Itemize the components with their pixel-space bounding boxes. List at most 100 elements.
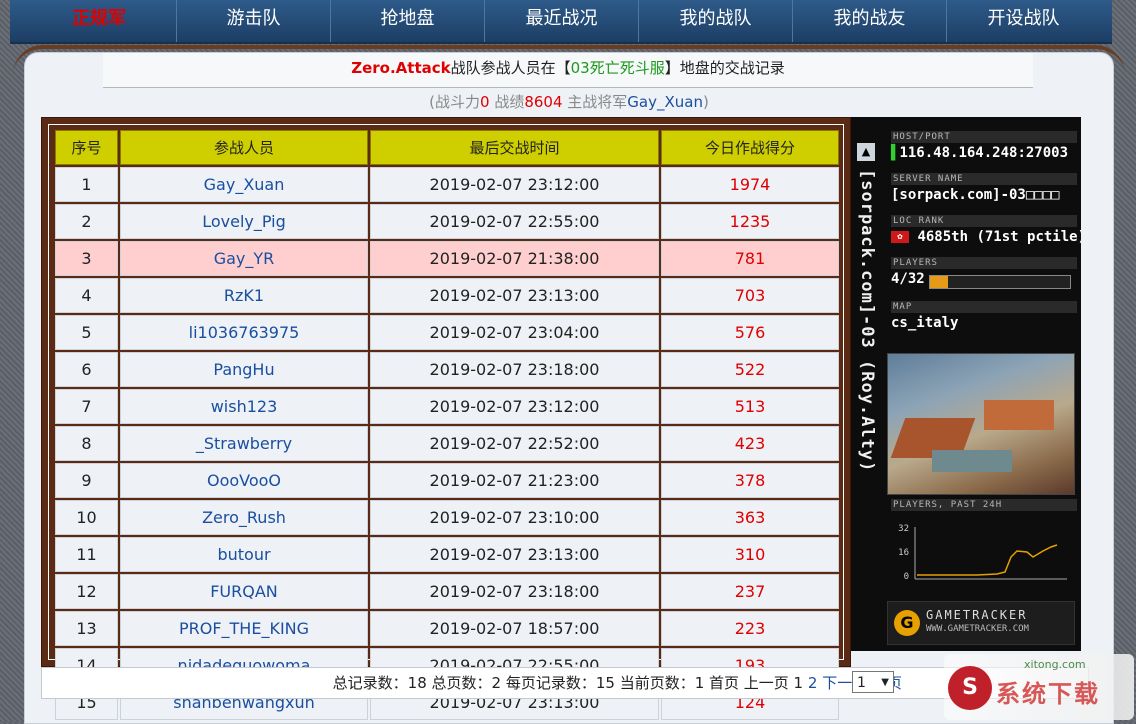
nav-youjidui[interactable]: 游击队: [176, 0, 330, 42]
chevron-down-icon: ▼: [881, 677, 889, 688]
map-thumbnail: [887, 353, 1075, 495]
row-score: 363: [661, 500, 839, 535]
players-value: 4/32: [891, 271, 925, 287]
row-last-time: 2019-02-07 22:55:00: [370, 204, 659, 239]
gametracker-logo[interactable]: G GAMETRACKER WWW.GAMETRACKER.COM: [887, 601, 1075, 645]
row-index: 13: [55, 611, 118, 646]
page-2-link[interactable]: 2: [808, 674, 818, 692]
main-panel: Zero.Attack战队参战人员在【03死亡死斗服】地盘的交战记录 (战斗力0…: [13, 45, 1125, 724]
rank-value: ✿ 4685th (71st pctile): [891, 229, 1081, 245]
row-last-time: 2019-02-07 23:12:00: [370, 167, 659, 202]
table-header-row: 序号 参战人员 最后交战时间 今日作战得分: [55, 130, 839, 165]
nav-kaishezhandui[interactable]: 开设战队: [946, 0, 1100, 42]
row-player-link[interactable]: OooVooO: [120, 463, 368, 498]
row-last-time: 2019-02-07 23:12:00: [370, 389, 659, 424]
score-value: 8604: [524, 93, 563, 111]
row-score: 378: [661, 463, 839, 498]
players-label: PLAYERS: [891, 257, 1077, 269]
row-last-time: 2019-02-07 22:52:00: [370, 426, 659, 461]
chart-tick-32: 32: [898, 524, 909, 534]
row-player-link[interactable]: Lovely_Pig: [120, 204, 368, 239]
row-player-link[interactable]: Gay_YR: [120, 241, 368, 276]
host-value: ▌116.48.164.248:27003: [891, 145, 1068, 161]
row-last-time: 2019-02-07 23:04:00: [370, 315, 659, 350]
gametracker-url: WWW.GAMETRACKER.COM: [926, 624, 1029, 634]
row-index: 5: [55, 315, 118, 350]
gametracker-title: GAMETRACKER: [926, 608, 1028, 622]
table-row: 2 Lovely_Pig 2019-02-07 22:55:00 1235: [55, 204, 839, 239]
record-table: 序号 参战人员 最后交战时间 今日作战得分 1 Gay_Xuan 2019-02-0…: [53, 128, 841, 722]
row-index: 11: [55, 537, 118, 572]
row-score: 1974: [661, 167, 839, 202]
page-select[interactable]: 1 ▼: [852, 671, 894, 693]
row-score: 423: [661, 426, 839, 461]
chart-tick-16: 16: [898, 548, 909, 558]
row-index: 4: [55, 278, 118, 313]
pagination-text: 总记录数：18 总页数：2 每页记录数：15 当前页数：1 首页 上一页 1 2…: [333, 668, 902, 698]
row-player-link[interactable]: wish123: [120, 389, 368, 424]
row-player-link[interactable]: PangHu: [120, 352, 368, 387]
row-index: 1: [55, 167, 118, 202]
row-player-link[interactable]: butour: [120, 537, 368, 572]
players-bar: [929, 275, 1071, 289]
players-24h-chart: 32 16 0: [887, 517, 1073, 595]
nav-wodezhanyou[interactable]: 我的战友: [792, 0, 946, 42]
rank-text: 4685th (71st pctile): [917, 229, 1081, 245]
row-player-link[interactable]: li1036763975: [120, 315, 368, 350]
map-canopy: [932, 450, 1012, 472]
host-label: HOST/PORT: [891, 131, 1077, 143]
server-name-value: [sorpack.com]-03□□□□: [891, 187, 1060, 203]
map-roof-far: [984, 400, 1054, 430]
table-row: 6 PangHu 2019-02-07 23:18:00 522: [55, 352, 839, 387]
table-row: 8 _Strawberry 2019-02-07 22:52:00 423: [55, 426, 839, 461]
row-player-link[interactable]: Zero_Rush: [120, 500, 368, 535]
row-index: 6: [55, 352, 118, 387]
server-name-link[interactable]: 03死亡死斗服: [571, 59, 665, 77]
row-last-time: 2019-02-07 18:57:00: [370, 611, 659, 646]
table-row: 4 RzK1 2019-02-07 23:13:00 703: [55, 278, 839, 313]
row-score: 781: [661, 241, 839, 276]
gametracker-g-icon: G: [894, 610, 920, 636]
row-score: 513: [661, 389, 839, 424]
watermark-logo-icon: S: [948, 666, 992, 710]
row-player-link[interactable]: _Strawberry: [120, 426, 368, 461]
table-row: 9 OooVooO 2019-02-07 21:23:00 378: [55, 463, 839, 498]
row-index: 12: [55, 574, 118, 609]
server-banner[interactable]: ▲ [sorpack.com]-03 (Roy.Alty) HOST/PORT …: [851, 117, 1081, 651]
record-table-inner: 序号 参战人员 最后交战时间 今日作战得分 1 Gay_Xuan 2019-02-0…: [48, 124, 844, 720]
table-row: 5 li1036763975 2019-02-07 23:04:00 576: [55, 315, 839, 350]
chart-tick-0: 0: [904, 572, 909, 582]
site-watermark: xitong.com S 系统下载: [944, 654, 1134, 720]
header-last-time: 最后交战时间: [370, 130, 659, 165]
nav-wodezhandui[interactable]: 我的战队: [638, 0, 792, 42]
record-table-frame: 序号 参战人员 最后交战时间 今日作战得分 1 Gay_Xuan 2019-02-0…: [41, 117, 851, 720]
row-player-link[interactable]: PROF_THE_KING: [120, 611, 368, 646]
header-player: 参战人员: [120, 130, 368, 165]
table-row: 3 Gay_YR 2019-02-07 21:38:00 781: [55, 241, 839, 276]
map-label: MAP: [891, 301, 1077, 313]
nav-zhengguijun[interactable]: 正规军: [22, 0, 176, 42]
host-text: 116.48.164.248:27003: [899, 145, 1069, 161]
top-nav: 正规军 游击队 抢地盘 最近战况 我的战队 我的战友 开设战队: [10, 0, 1112, 44]
row-score: 223: [661, 611, 839, 646]
row-last-time: 2019-02-07 23:13:00: [370, 537, 659, 572]
server-name-label: SERVER NAME: [891, 173, 1077, 185]
row-player-link[interactable]: Gay_Xuan: [120, 167, 368, 202]
table-row: 11 butour 2019-02-07 23:13:00 310: [55, 537, 839, 572]
players-bar-fill: [930, 276, 948, 288]
table-row: 7 wish123 2019-02-07 23:12:00 513: [55, 389, 839, 424]
power-value: 0: [480, 93, 490, 111]
row-index: 2: [55, 204, 118, 239]
row-player-link[interactable]: FURQAN: [120, 574, 368, 609]
title-text-1: 战队参战人员在【: [450, 59, 571, 77]
header-score: 今日作战得分: [661, 130, 839, 165]
page-select-value: 1: [857, 675, 866, 691]
general-link[interactable]: Gay_Xuan: [627, 93, 703, 111]
table-row: 1 Gay_Xuan 2019-02-07 23:12:00 1974: [55, 167, 839, 202]
row-last-time: 2019-02-07 23:18:00: [370, 574, 659, 609]
pagination-info: 总记录数：18 总页数：2 每页记录数：15 当前页数：1 首页 上一页 1: [332, 674, 808, 692]
row-player-link[interactable]: RzK1: [120, 278, 368, 313]
past-24h-label: PLAYERS, PAST 24H: [891, 499, 1077, 511]
nav-zuijinzhankuang[interactable]: 最近战况: [484, 0, 638, 42]
nav-qiangdipan[interactable]: 抢地盘: [330, 0, 484, 42]
